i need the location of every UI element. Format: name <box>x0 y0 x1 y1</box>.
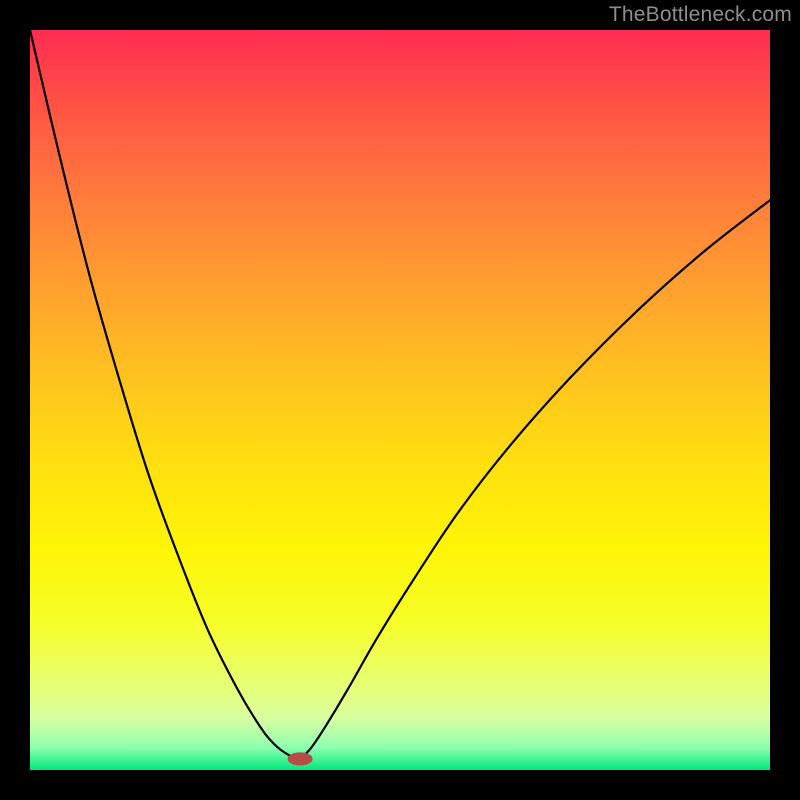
plot-area <box>30 30 770 770</box>
curve-left-branch <box>30 30 300 759</box>
curve-right-branch <box>300 200 770 759</box>
chart-svg <box>30 30 770 770</box>
minimum-marker <box>288 753 312 765</box>
chart-frame: TheBottleneck.com <box>0 0 800 800</box>
watermark-text: TheBottleneck.com <box>609 3 792 27</box>
